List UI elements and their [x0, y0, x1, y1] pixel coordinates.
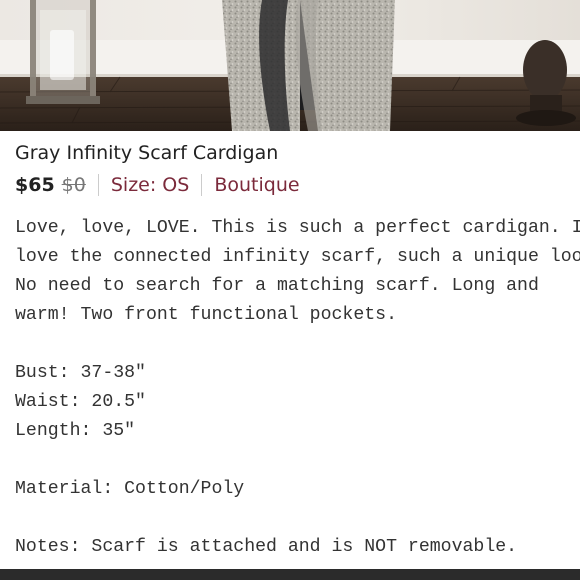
- listing-details: Gray Infinity Scarf Cardigan $65 $0 Size…: [0, 131, 580, 569]
- bottom-bar: [0, 569, 580, 580]
- listing-photo[interactable]: [0, 0, 580, 131]
- lantern-decor: [26, 0, 100, 104]
- listing-title: Gray Infinity Scarf Cardigan: [15, 142, 279, 164]
- listing-price: $65: [15, 174, 55, 196]
- original-price: $0: [61, 174, 86, 196]
- size-link[interactable]: Size: OS: [111, 174, 189, 196]
- price-size-brand-row: $65 $0 Size: OS Boutique: [15, 172, 300, 198]
- divider: [97, 174, 99, 196]
- divider: [201, 174, 203, 196]
- listing-description: Love, love, LOVE. This is such a perfect…: [15, 218, 580, 557]
- brand-link[interactable]: Boutique: [214, 174, 299, 196]
- cardigan-photo-image: [0, 0, 580, 131]
